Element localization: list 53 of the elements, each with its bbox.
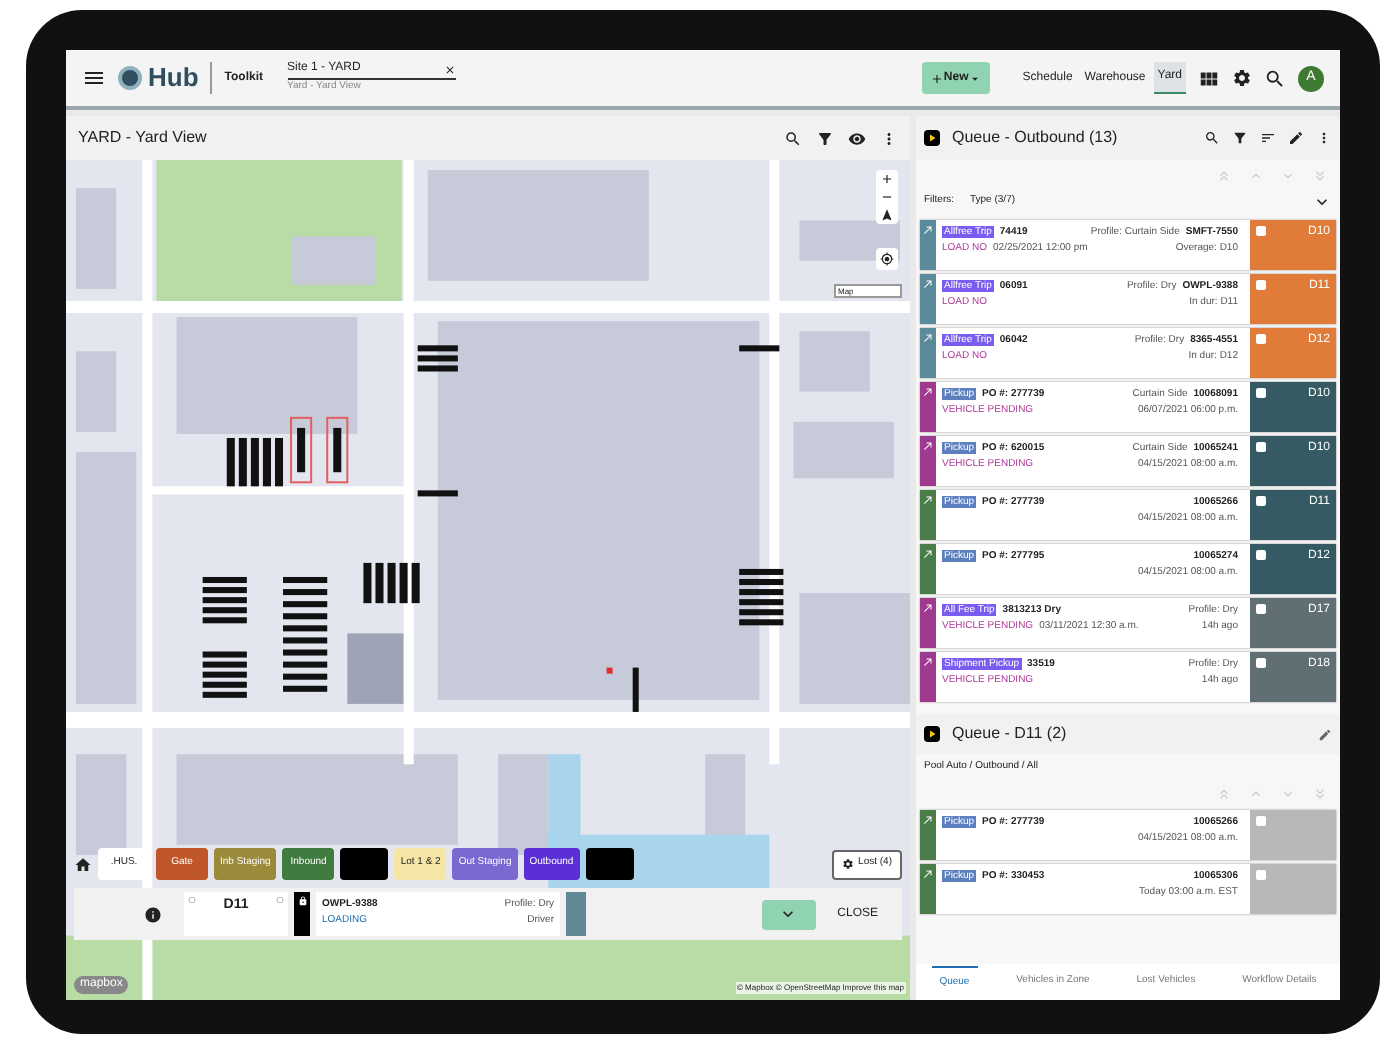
menu-icon[interactable]	[82, 66, 106, 90]
checkbox[interactable]	[1256, 280, 1266, 290]
panel-title: Queue - Outbound (13)	[952, 126, 1120, 150]
checkbox[interactable]	[1256, 496, 1266, 506]
queue-icon	[924, 726, 940, 742]
eye-icon[interactable]	[848, 129, 866, 147]
locate-icon	[880, 252, 894, 266]
grid-icon[interactable]	[1198, 67, 1220, 89]
info-icon[interactable]	[144, 905, 162, 923]
settings-icon[interactable]	[1232, 68, 1252, 88]
status-strip	[566, 892, 586, 936]
arrow-icon	[922, 602, 934, 614]
arrow-icon	[922, 224, 934, 236]
checkbox[interactable]	[1256, 442, 1266, 452]
zoom-in-icon[interactable]	[880, 172, 894, 186]
filter-icon[interactable]	[1232, 130, 1248, 146]
zoom-out-icon[interactable]	[880, 190, 894, 204]
arrow-icon	[922, 494, 934, 506]
checkbox[interactable]	[1256, 550, 1266, 560]
edit-icon[interactable]	[1288, 130, 1304, 146]
lock-icon	[297, 896, 307, 906]
arrow-icon	[922, 813, 934, 825]
arrow-icon	[922, 867, 934, 879]
logo-icon	[118, 66, 142, 90]
checkbox[interactable]	[1256, 658, 1266, 668]
checkbox[interactable]	[1256, 815, 1266, 825]
filter-icon[interactable]	[816, 129, 834, 147]
zone-chip[interactable]	[585, 848, 634, 880]
clear-icon[interactable]	[443, 63, 455, 76]
locate-button[interactable]	[876, 248, 898, 270]
zone-chip[interactable]	[340, 848, 389, 880]
arrow-icon	[922, 656, 934, 668]
queue-icon	[924, 130, 940, 146]
search-icon[interactable]	[1264, 67, 1286, 89]
panel-title: YARD - Yard View	[78, 126, 209, 150]
checkbox[interactable]	[1256, 388, 1266, 398]
arrow-icon	[922, 332, 934, 344]
arrow-icon	[922, 440, 934, 452]
arrow-icon	[922, 278, 934, 290]
arrow-icon	[922, 386, 934, 398]
search-icon[interactable]	[784, 129, 802, 147]
home-icon[interactable]	[74, 855, 92, 873]
checkbox[interactable]	[1256, 869, 1266, 879]
panel-title: Queue - D11 (2)	[952, 722, 1069, 746]
gear-icon	[842, 858, 855, 870]
sort-icon[interactable]	[1260, 130, 1276, 146]
logo-text: Hub	[148, 60, 199, 97]
checkbox[interactable]	[1256, 226, 1266, 236]
checkbox[interactable]	[1256, 604, 1266, 614]
search-icon[interactable]	[1204, 130, 1220, 146]
arrow-icon	[922, 548, 934, 560]
checkbox[interactable]	[1256, 334, 1266, 344]
plus-icon	[929, 71, 944, 85]
